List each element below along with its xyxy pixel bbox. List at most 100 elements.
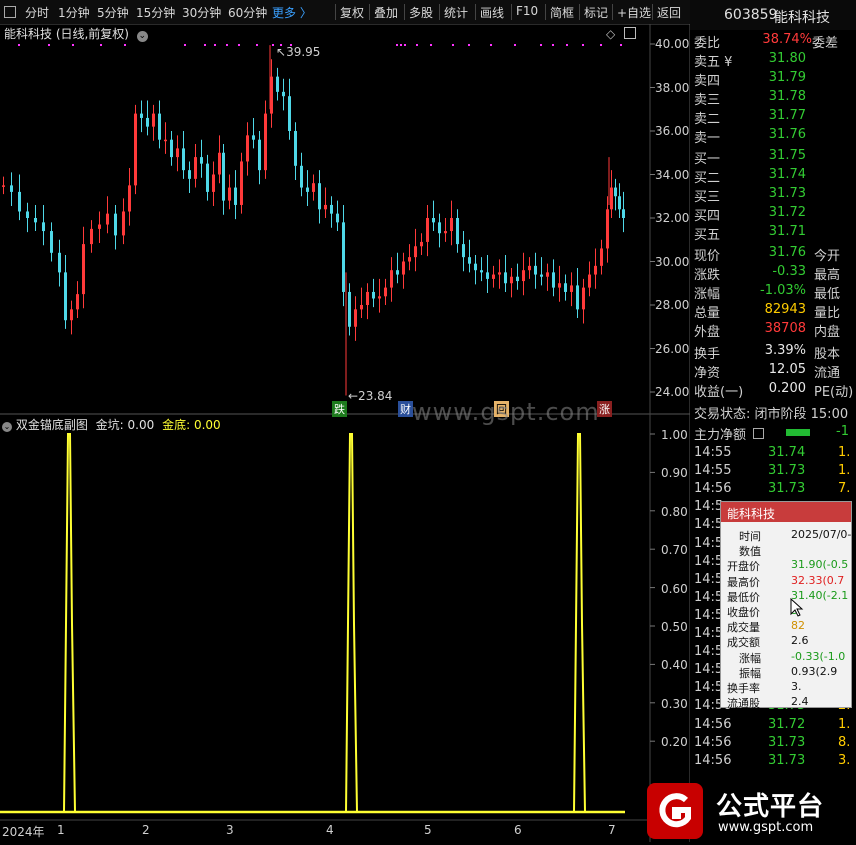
trade-status: 交易状态: 闭市阶段 15:00 — [694, 407, 849, 422]
toolbar-action-5[interactable]: F10 — [516, 4, 538, 18]
toolbar-action-2[interactable]: 多股 — [409, 4, 433, 21]
tick-time: 14:56 — [694, 734, 732, 750]
tick-time: 14:5 — [694, 589, 724, 605]
list-icon[interactable] — [753, 428, 765, 439]
candle-body — [546, 272, 549, 277]
candle-body — [98, 224, 101, 229]
bids-label: 买二 — [694, 171, 721, 186]
toolbar-item-0[interactable]: 分时 — [25, 4, 49, 21]
bids-price: 31.72 — [768, 205, 806, 220]
candle-body — [348, 291, 351, 327]
time-tick-label: 6 — [514, 823, 522, 837]
candle-body — [552, 272, 555, 288]
asks-price: 31.77 — [768, 108, 806, 123]
bids-row[interactable]: 买一 31.75 — [694, 148, 856, 167]
tick-time: 14:5 — [694, 680, 724, 696]
diamond-icon[interactable]: ◇ — [606, 27, 615, 41]
tick-row: 14:55 31.74 1. — [694, 445, 856, 463]
bids-row[interactable]: 买三 31.73 — [694, 186, 856, 205]
indicator-tick-label: 0.30 — [661, 696, 688, 711]
signal-dot — [566, 44, 568, 46]
toolbar-action-6[interactable]: 简框 — [550, 4, 574, 21]
event-tag-finance[interactable]: 财 — [398, 401, 413, 417]
tooltip-row-label: 振幅 — [739, 666, 761, 680]
bids-row[interactable]: 买四 31.72 — [694, 205, 856, 224]
candle-body — [420, 241, 423, 247]
candle-body — [588, 274, 591, 288]
candle-body — [342, 222, 345, 292]
indicator-tick-label: 1.00 — [661, 428, 688, 442]
asks-row[interactable]: 卖五 ¥ 31.80 — [694, 51, 856, 70]
toolbar-item-1[interactable]: 1分钟 — [58, 4, 90, 21]
quote-label2: 量比 — [814, 306, 841, 321]
grid-icon[interactable] — [4, 6, 16, 18]
asks-row[interactable]: 卖三 31.78 — [694, 89, 856, 108]
asks-row[interactable]: 卖一 31.76 — [694, 127, 856, 146]
logo-title: 公式平台 — [716, 792, 825, 822]
tick-volume: 1. — [838, 445, 851, 460]
chevron-down-icon[interactable]: ⌄ — [136, 31, 148, 42]
candle-body — [486, 272, 489, 279]
signal-dot — [552, 44, 554, 46]
tooltip-row-label: 流通股 — [727, 697, 760, 711]
candle-body — [606, 209, 609, 249]
candle-body — [200, 157, 203, 164]
time-tick-label: 2 — [142, 823, 150, 837]
toolbar-action-9[interactable]: 返回 — [657, 4, 681, 21]
signal-dot — [468, 44, 470, 46]
toolbar-action-8[interactable]: +自选 — [617, 4, 651, 21]
panel-toggle-icon[interactable] — [624, 27, 636, 39]
toolbar-item-3[interactable]: 15分钟 — [136, 4, 175, 21]
toolbar-separator — [612, 4, 613, 20]
quote-value: -1.03% — [760, 283, 806, 298]
candle-body — [462, 244, 465, 258]
candle-body — [176, 148, 179, 158]
candle-body — [558, 283, 561, 288]
signal-dot — [214, 44, 216, 46]
candle-body — [432, 218, 435, 223]
quote-label: 总量 — [694, 306, 721, 321]
candle-body — [438, 222, 441, 234]
candle-body — [26, 211, 29, 218]
toolbar-action-3[interactable]: 统计 — [444, 4, 468, 21]
price-tick-label: 32.00 — [655, 211, 690, 225]
toolbar: 分时 1分钟 5分钟 15分钟 30分钟 60分钟 更多 〉 复权 叠加 多股 统计 画线 F10 简框标… — [0, 0, 690, 25]
weicha-label: 委差 — [812, 36, 839, 51]
candle-body — [164, 139, 167, 142]
toolbar-action-4[interactable]: 画线 — [480, 4, 504, 21]
event-tag-fall[interactable]: 跌 — [332, 401, 347, 417]
toolbar-item-6[interactable]: 更多 〉 — [272, 4, 312, 21]
candle-body — [240, 161, 243, 205]
toolbar-action-1[interactable]: 叠加 — [374, 4, 398, 21]
candle-body — [246, 135, 249, 162]
tick-row: 14:56 31.73 3. — [694, 753, 856, 771]
bids-row[interactable]: 买五 31.71 — [694, 224, 856, 243]
toolbar-item-2[interactable]: 5分钟 — [97, 4, 129, 21]
candle-body — [534, 265, 537, 275]
tick-time: 14:5 — [694, 607, 724, 623]
mouse-cursor-icon — [790, 598, 804, 617]
candle-body — [582, 287, 585, 310]
candle-body — [140, 113, 143, 118]
candle-body — [300, 165, 303, 188]
candle-body — [426, 218, 429, 242]
tooltip-row-value: 82 — [791, 619, 805, 633]
toolbar-action-0[interactable]: 复权 — [340, 4, 364, 21]
toolbar-item-4[interactable]: 30分钟 — [182, 4, 221, 21]
price-tick-label: 40.00 — [655, 37, 690, 51]
signal-dot — [452, 44, 454, 46]
indicator-toggle-icon[interactable]: ⌄ — [2, 422, 12, 432]
signal-dot — [540, 44, 542, 46]
asks-label: 卖二 — [694, 112, 721, 127]
toolbar-action-7[interactable]: 标记 — [584, 4, 608, 21]
candle-body — [330, 204, 333, 214]
bids-row[interactable]: 买二 31.74 — [694, 167, 856, 186]
asks-row[interactable]: 卖二 31.77 — [694, 108, 856, 127]
candle-body — [318, 183, 321, 210]
tick-row: 14:56 31.73 7. — [694, 481, 856, 499]
toolbar-separator — [369, 4, 370, 20]
candle-body — [76, 294, 79, 310]
kline-chart[interactable] — [0, 24, 690, 842]
asks-row[interactable]: 卖四 31.79 — [694, 70, 856, 89]
toolbar-item-5[interactable]: 60分钟 — [228, 4, 267, 21]
